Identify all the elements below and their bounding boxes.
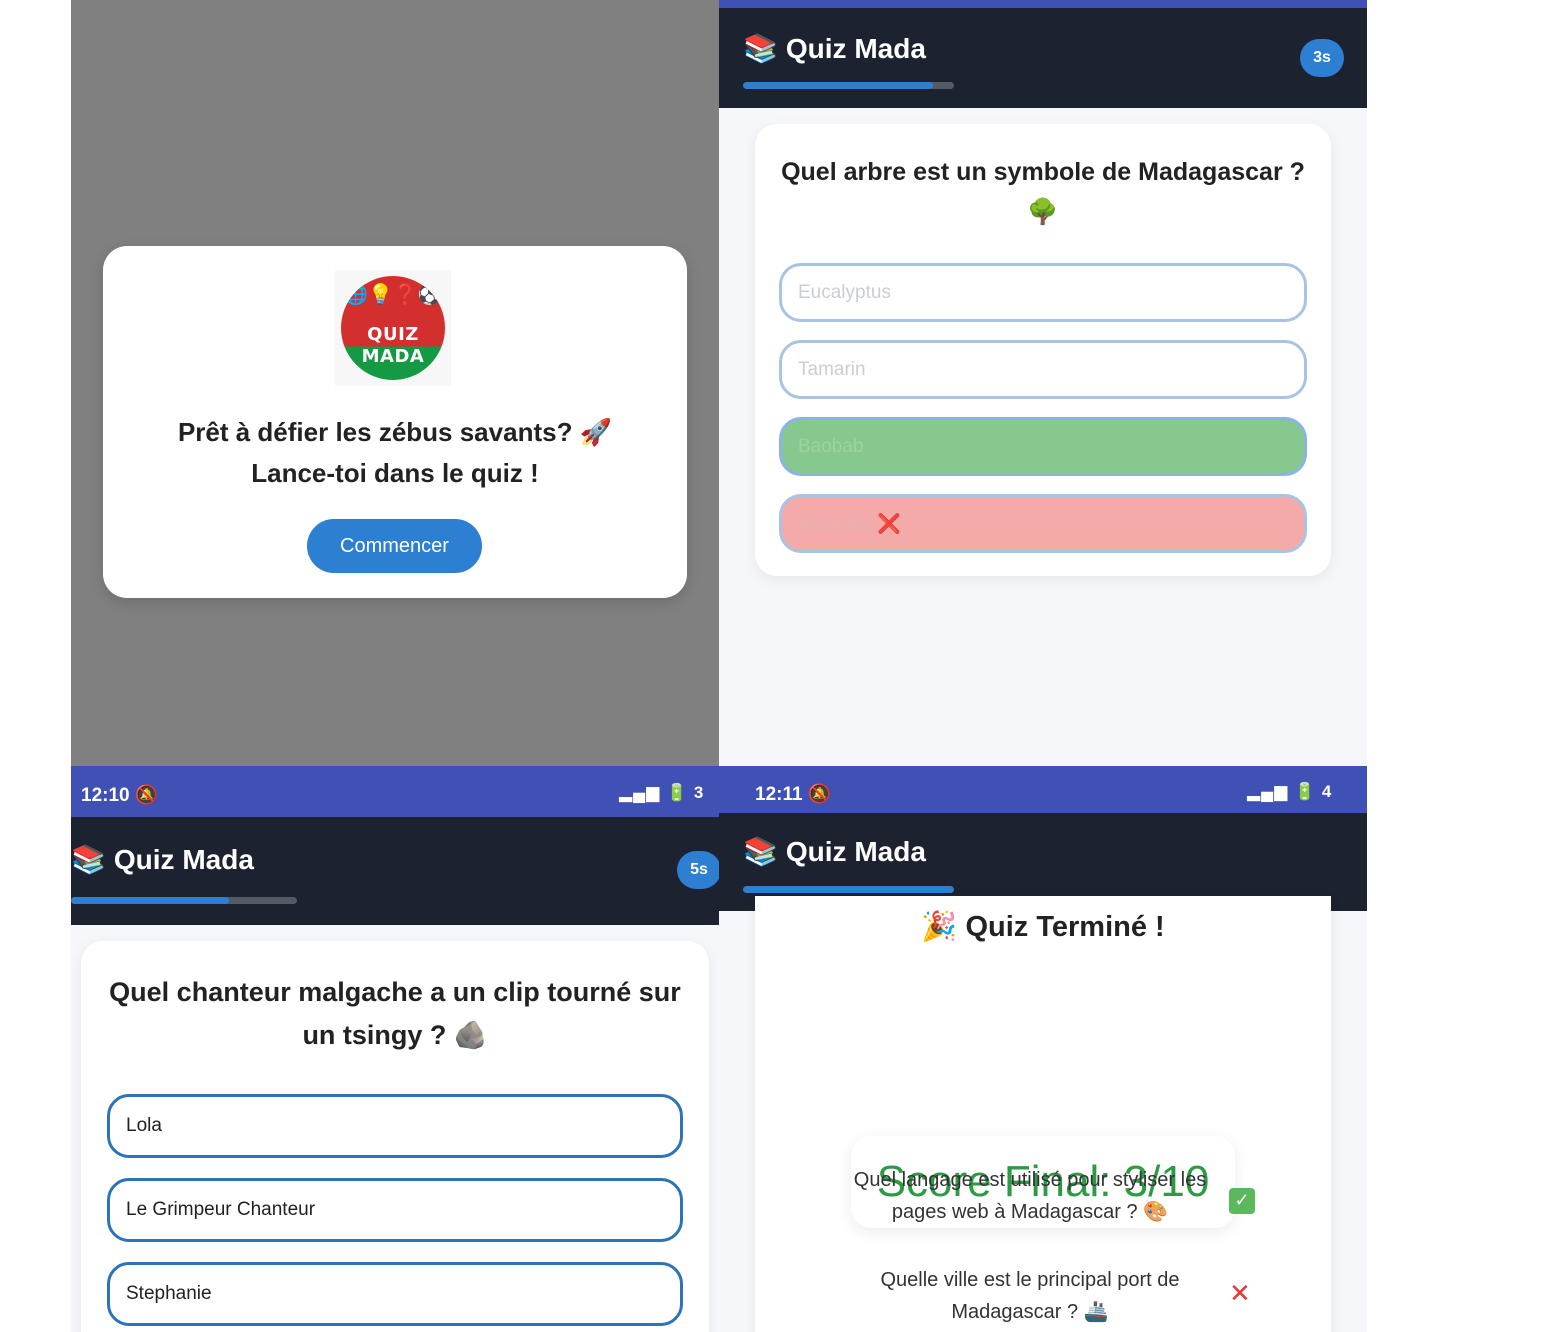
result-question-line2: pages web à Madagascar ? 🎨 [891,1201,1169,1223]
result-question-line2: Madagascar ? 🚢 [951,1301,1109,1323]
bell-off-icon: 🔕 [134,785,159,806]
question-line-1: Quel chanteur malgache a un clip tourné … [109,977,681,1007]
status-time: 12:11 🔕 [755,782,832,806]
question-screen-answered: 📚 Quiz Mada 3s Quel arbre est un symbole … [719,0,1367,766]
progress-bar [71,897,297,904]
question-line-2: un tsingy ? 🪨 [302,1020,488,1050]
result-question: Quelle ville est le principal port de Ma… [825,1264,1235,1328]
books-icon: 📚 [743,836,778,867]
status-time: 12:10 🔕 [81,783,159,807]
start-screen: 🌐💡❓⚽ QUIZ MADA Prêt à défier les zébus s… [71,0,719,766]
answer-option-3[interactable]: Stephanie [107,1262,683,1326]
logo-frame: 🌐💡❓⚽ QUIZ MADA [335,270,451,386]
cross-icon: ✕ [1229,1278,1251,1308]
start-card: 🌐💡❓⚽ QUIZ MADA Prêt à défier les zébus s… [103,246,687,598]
signal-icon: ▂▄▆ [1247,782,1289,801]
progress-fill [71,897,230,904]
check-icon: ✓ [1229,1182,1255,1214]
battery-level: 3 [693,783,705,802]
battery-level: 4 [1321,782,1333,801]
answer-option-wrong[interactable]: Ravinala ❌ [779,494,1307,553]
tree-icon: 🌳 [1027,198,1059,226]
result-question-line1: Quel langage est utilisé pour styliser l… [853,1169,1207,1191]
question-text: Quel chanteur malgache a un clip tourné … [81,971,709,1057]
answer-option-correct[interactable]: Baobab [779,417,1307,476]
question-line: Quel arbre est un symbole de Madagascar … [781,158,1305,186]
logo-text-quiz: QUIZ [367,324,419,345]
app-title-text: Quiz Mada [113,844,254,875]
app-title: 📚 Quiz Mada [743,32,926,65]
signal-icon: ▂▄▆ [619,783,661,802]
result-question-line1: Quelle ville est le principal port de [880,1269,1180,1291]
timer-badge: 5s [677,851,719,889]
answer-option-2[interactable]: Tamarin [779,340,1307,399]
app-bar: 📚 Quiz Mada 3s [719,8,1367,108]
books-icon: 📚 [743,33,778,64]
question-card: Quel arbre est un symbole de Madagascar … [755,124,1331,576]
app-title-text: Quiz Mada [785,836,926,867]
results-screen: 12:11 🔕 ▂▄▆ 🔋 4 📚 Quiz Mada 🎉 Quiz Termin… [719,766,1367,1332]
battery-icon: 🔋 [1293,782,1317,801]
progress-bar [743,82,954,89]
status-time-text: 12:10 [81,785,130,806]
check-mark: ✓ [1229,1187,1255,1214]
logo-text-mada: MADA [361,346,425,367]
answer-option-1[interactable]: Lola [107,1094,683,1158]
app-title: 📚 Quiz Mada [743,835,926,868]
books-icon: 📚 [71,844,106,875]
results-card: 🎉 Quiz Terminé ! Score Final: 3/10 Quel … [755,896,1331,1332]
battery-icon: 🔋 [665,783,689,802]
start-quiz-button[interactable]: Commencer [307,519,482,573]
timer-badge: 3s [1300,39,1344,77]
start-message: Prêt à défier les zébus savants? 🚀 Lance… [103,412,687,494]
progress-bar [743,886,954,893]
status-indicators: ▂▄▆ 🔋 4 [1247,782,1332,802]
app-bar: 📚 Quiz Mada 5s [71,817,719,925]
progress-fill [743,82,933,89]
question-card: Quel chanteur malgache a un clip tourné … [81,941,709,1332]
app-title-text: Quiz Mada [785,33,926,64]
answer-option-2[interactable]: Le Grimpeur Chanteur [107,1178,683,1242]
start-message-line2: Lance-toi dans le quiz ! [251,458,539,488]
answer-option-1[interactable]: Eucalyptus [779,263,1307,322]
status-bar: 12:11 🔕 ▂▄▆ 🔋 4 [719,766,1367,813]
bell-off-icon: 🔕 [807,784,832,805]
status-bar: 12:10 🔕 ▂▄▆ 🔋 3 [71,766,719,817]
app-title: 📚 Quiz Mada [71,843,254,876]
results-heading: 🎉 Quiz Terminé ! [921,911,1165,943]
status-time-text: 12:11 [755,784,803,805]
question-screen: 12:10 🔕 ▂▄▆ 🔋 3 📚 Quiz Mada 5s Quel chant… [71,766,719,1332]
status-indicators: ▂▄▆ 🔋 3 [619,783,704,803]
status-bar [719,0,1367,8]
progress-fill [743,886,954,893]
quiz-mada-logo: 🌐💡❓⚽ QUIZ MADA [341,276,445,380]
question-text: Quel arbre est un symbole de Madagascar … [755,152,1331,232]
start-message-line1: Prêt à défier les zébus savants? 🚀 [177,417,613,447]
result-question: Quel langage est utilisé pour styliser l… [825,1164,1235,1228]
logo-glyphs: 🌐💡❓⚽ [343,284,443,306]
